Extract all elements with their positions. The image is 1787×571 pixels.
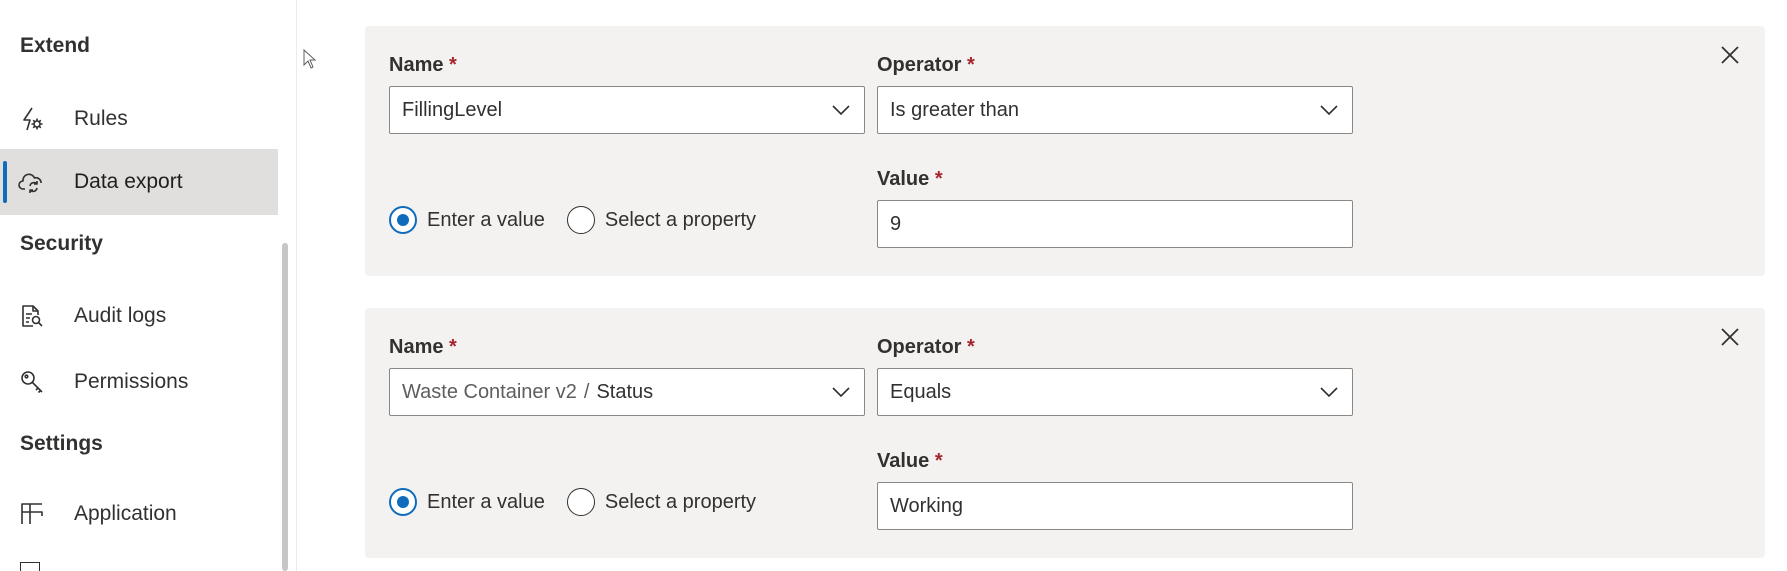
- chevron-down-icon: [1320, 105, 1338, 115]
- data-export-icon: [18, 168, 46, 196]
- radio-unchecked-icon: [566, 488, 595, 516]
- sidebar-item-label: Rules: [74, 107, 128, 130]
- required-mark: *: [449, 54, 457, 76]
- operator-dropdown-value: Equals: [890, 380, 952, 403]
- sidebar-item-rules[interactable]: Rules: [0, 86, 278, 152]
- next-item-icon: [20, 562, 40, 571]
- value-label-text: Value: [877, 168, 930, 190]
- name-label-text: Name: [389, 54, 444, 76]
- chevron-down-icon: [832, 105, 850, 115]
- sidebar-item-label: Application: [74, 502, 177, 525]
- required-mark: *: [967, 336, 975, 358]
- permissions-icon: [18, 368, 46, 396]
- name-dropdown[interactable]: FillingLevel: [389, 86, 865, 134]
- sidebar-item-label: Audit logs: [74, 304, 167, 327]
- radio-label: Enter a value: [427, 208, 545, 231]
- sidebar-item-label: Data export: [74, 170, 183, 193]
- operator-label: Operator *: [877, 54, 975, 77]
- filter-card: Name * Operator * FillingLevel Is greate…: [365, 26, 1765, 276]
- chevron-down-icon: [1320, 387, 1338, 397]
- sidebar: Extend Rules Data export Security Audit …: [0, 0, 297, 571]
- radio-checked-icon: [389, 488, 417, 516]
- select-property-radio[interactable]: Select a property: [566, 488, 757, 516]
- required-mark: *: [934, 168, 943, 190]
- value-label: Value *: [877, 168, 943, 191]
- name-dropdown-value: FillingLevel: [402, 98, 503, 121]
- name-dropdown-value: Status: [596, 380, 654, 403]
- main-content: Name * Operator * FillingLevel Is greate…: [335, 0, 1787, 571]
- radio-checked-icon: [389, 206, 417, 234]
- close-icon: [1721, 328, 1739, 346]
- required-mark: *: [449, 336, 457, 358]
- audit-logs-icon: [18, 302, 46, 330]
- radio-label: Select a property: [604, 208, 757, 231]
- value-source-radio-group: Enter a value Select a property: [389, 206, 778, 234]
- value-input-text: Working: [890, 494, 963, 517]
- name-label: Name *: [389, 336, 457, 359]
- required-mark: *: [967, 54, 975, 76]
- section-title-extend: Extend: [20, 34, 91, 57]
- name-label: Name *: [389, 54, 457, 77]
- value-source-radio-group: Enter a value Select a property: [389, 488, 778, 516]
- operator-label: Operator *: [877, 336, 975, 359]
- operator-label-text: Operator: [877, 54, 962, 76]
- required-mark: *: [934, 450, 943, 472]
- value-input[interactable]: Working: [877, 482, 1353, 530]
- sidebar-item-application[interactable]: Application: [0, 481, 278, 547]
- radio-unchecked-icon: [566, 206, 595, 234]
- enter-value-radio[interactable]: Enter a value: [389, 488, 545, 516]
- chevron-down-icon: [832, 387, 850, 397]
- name-dropdown-prefix: Waste Container v2: [402, 380, 577, 403]
- section-title-security: Security: [20, 232, 103, 255]
- remove-filter-button[interactable]: [1715, 40, 1745, 70]
- application-icon: [18, 500, 46, 528]
- filter-card: Name * Operator * Waste Container v2 / S…: [365, 308, 1765, 558]
- sidebar-item-data-export[interactable]: Data export: [0, 149, 278, 215]
- operator-dropdown-value: Is greater than: [890, 98, 1019, 121]
- gutter: [297, 0, 335, 571]
- name-dropdown[interactable]: Waste Container v2 / Status: [389, 368, 865, 416]
- radio-label: Enter a value: [427, 490, 545, 513]
- mouse-cursor-icon: [303, 49, 317, 69]
- sidebar-scrollbar[interactable]: [282, 243, 288, 571]
- sidebar-item-label: Permissions: [74, 370, 189, 393]
- enter-value-radio[interactable]: Enter a value: [389, 206, 545, 234]
- name-label-text: Name: [389, 336, 444, 358]
- close-icon: [1721, 46, 1739, 64]
- operator-dropdown[interactable]: Is greater than: [877, 86, 1353, 134]
- value-input[interactable]: 9: [877, 200, 1353, 248]
- operator-dropdown[interactable]: Equals: [877, 368, 1353, 416]
- section-title-settings: Settings: [20, 432, 103, 455]
- value-label-text: Value: [877, 450, 930, 472]
- operator-label-text: Operator: [877, 336, 962, 358]
- sidebar-item-audit-logs[interactable]: Audit logs: [0, 283, 278, 349]
- remove-filter-button[interactable]: [1715, 322, 1745, 352]
- rules-icon: [18, 105, 46, 133]
- name-dropdown-separator: /: [583, 380, 590, 403]
- value-label: Value *: [877, 450, 943, 473]
- select-property-radio[interactable]: Select a property: [566, 206, 757, 234]
- radio-label: Select a property: [604, 490, 757, 513]
- value-input-text: 9: [890, 212, 902, 235]
- sidebar-item-permissions[interactable]: Permissions: [0, 349, 278, 415]
